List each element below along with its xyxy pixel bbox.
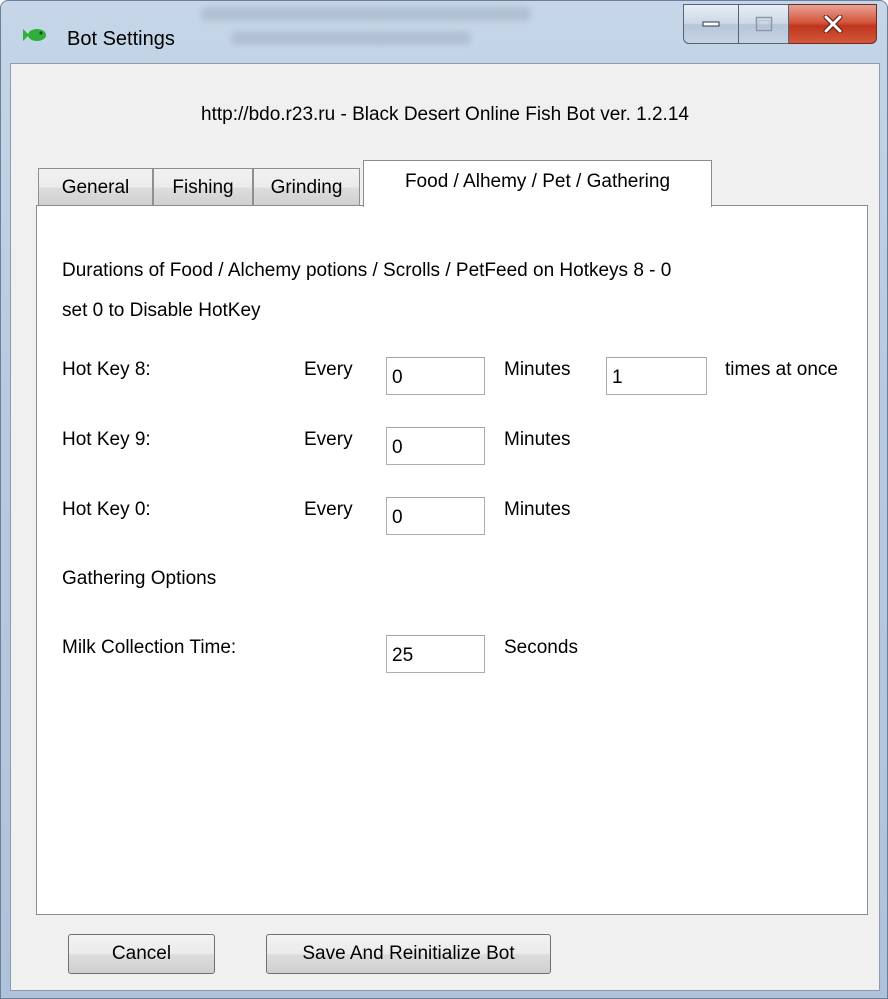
maximize-icon	[755, 16, 772, 32]
tab-grinding[interactable]: Grinding	[253, 168, 360, 206]
tab-general[interactable]: General	[38, 168, 153, 206]
tab-label: General	[61, 176, 130, 198]
window-title: Bot Settings	[67, 28, 175, 50]
hotkey-0-label: Hot Key 0:	[62, 499, 151, 520]
window-client: http://bdo.r23.ru - Black Desert Online …	[10, 63, 880, 991]
hotkey-9-label: Hot Key 9:	[62, 429, 151, 450]
tab-label: Food / Alhemy / Pet / Gathering	[404, 171, 671, 192]
close-button[interactable]	[789, 4, 877, 44]
minimize-icon	[702, 21, 720, 27]
background-blur	[201, 7, 531, 21]
hotkey-9-minutes-label: Minutes	[504, 429, 571, 450]
milk-collection-label: Milk Collection Time:	[62, 637, 237, 658]
hotkey-0-every-label: Every	[304, 499, 353, 520]
cancel-button[interactable]: Cancel	[68, 934, 215, 974]
minimize-button[interactable]	[683, 4, 739, 44]
tab-fishing[interactable]: Fishing	[153, 168, 253, 206]
caption-buttons	[683, 4, 877, 44]
hotkey-8-times-label: times at once	[725, 359, 838, 380]
hotkey-8-minutes-label: Minutes	[504, 359, 571, 380]
milk-seconds-label: Seconds	[504, 637, 578, 658]
background-blur	[231, 31, 471, 45]
tab-panel: Durations of Food / Alchemy potions / Sc…	[36, 205, 868, 915]
hotkey-0-minutes-label: Minutes	[504, 499, 571, 520]
tab-food-alhemy-pet-gathering[interactable]: Food / Alhemy / Pet / Gathering	[363, 160, 712, 207]
close-icon	[823, 15, 842, 33]
gathering-options-heading: Gathering Options	[62, 568, 217, 589]
hotkey-8-every-label: Every	[304, 359, 353, 380]
window-frame: Bot Settings http://bdo.r23.ru - Black D…	[0, 0, 888, 999]
hotkey-8-minutes-input[interactable]: 0	[386, 357, 485, 395]
hotkey-9-minutes-input[interactable]: 0	[386, 427, 485, 465]
header-text: http://bdo.r23.ru - Black Desert Online …	[201, 104, 689, 125]
hotkey-9-every-label: Every	[304, 429, 353, 450]
save-reinitialize-button[interactable]: Save And Reinitialize Bot	[266, 934, 551, 974]
maximize-button[interactable]	[739, 4, 789, 44]
tab-label: Fishing	[172, 176, 234, 198]
hotkey-0-minutes-input[interactable]: 0	[386, 497, 485, 535]
description-line1: Durations of Food / Alchemy potions / Sc…	[62, 260, 672, 281]
fish-icon	[23, 29, 46, 41]
hotkey-8-times-input[interactable]: 1	[606, 357, 707, 395]
milk-collection-input[interactable]: 25	[386, 635, 485, 673]
hotkey-8-label: Hot Key 8:	[62, 359, 151, 380]
tab-label: Grinding	[270, 176, 343, 198]
description-line2: set 0 to Disable HotKey	[62, 300, 261, 321]
